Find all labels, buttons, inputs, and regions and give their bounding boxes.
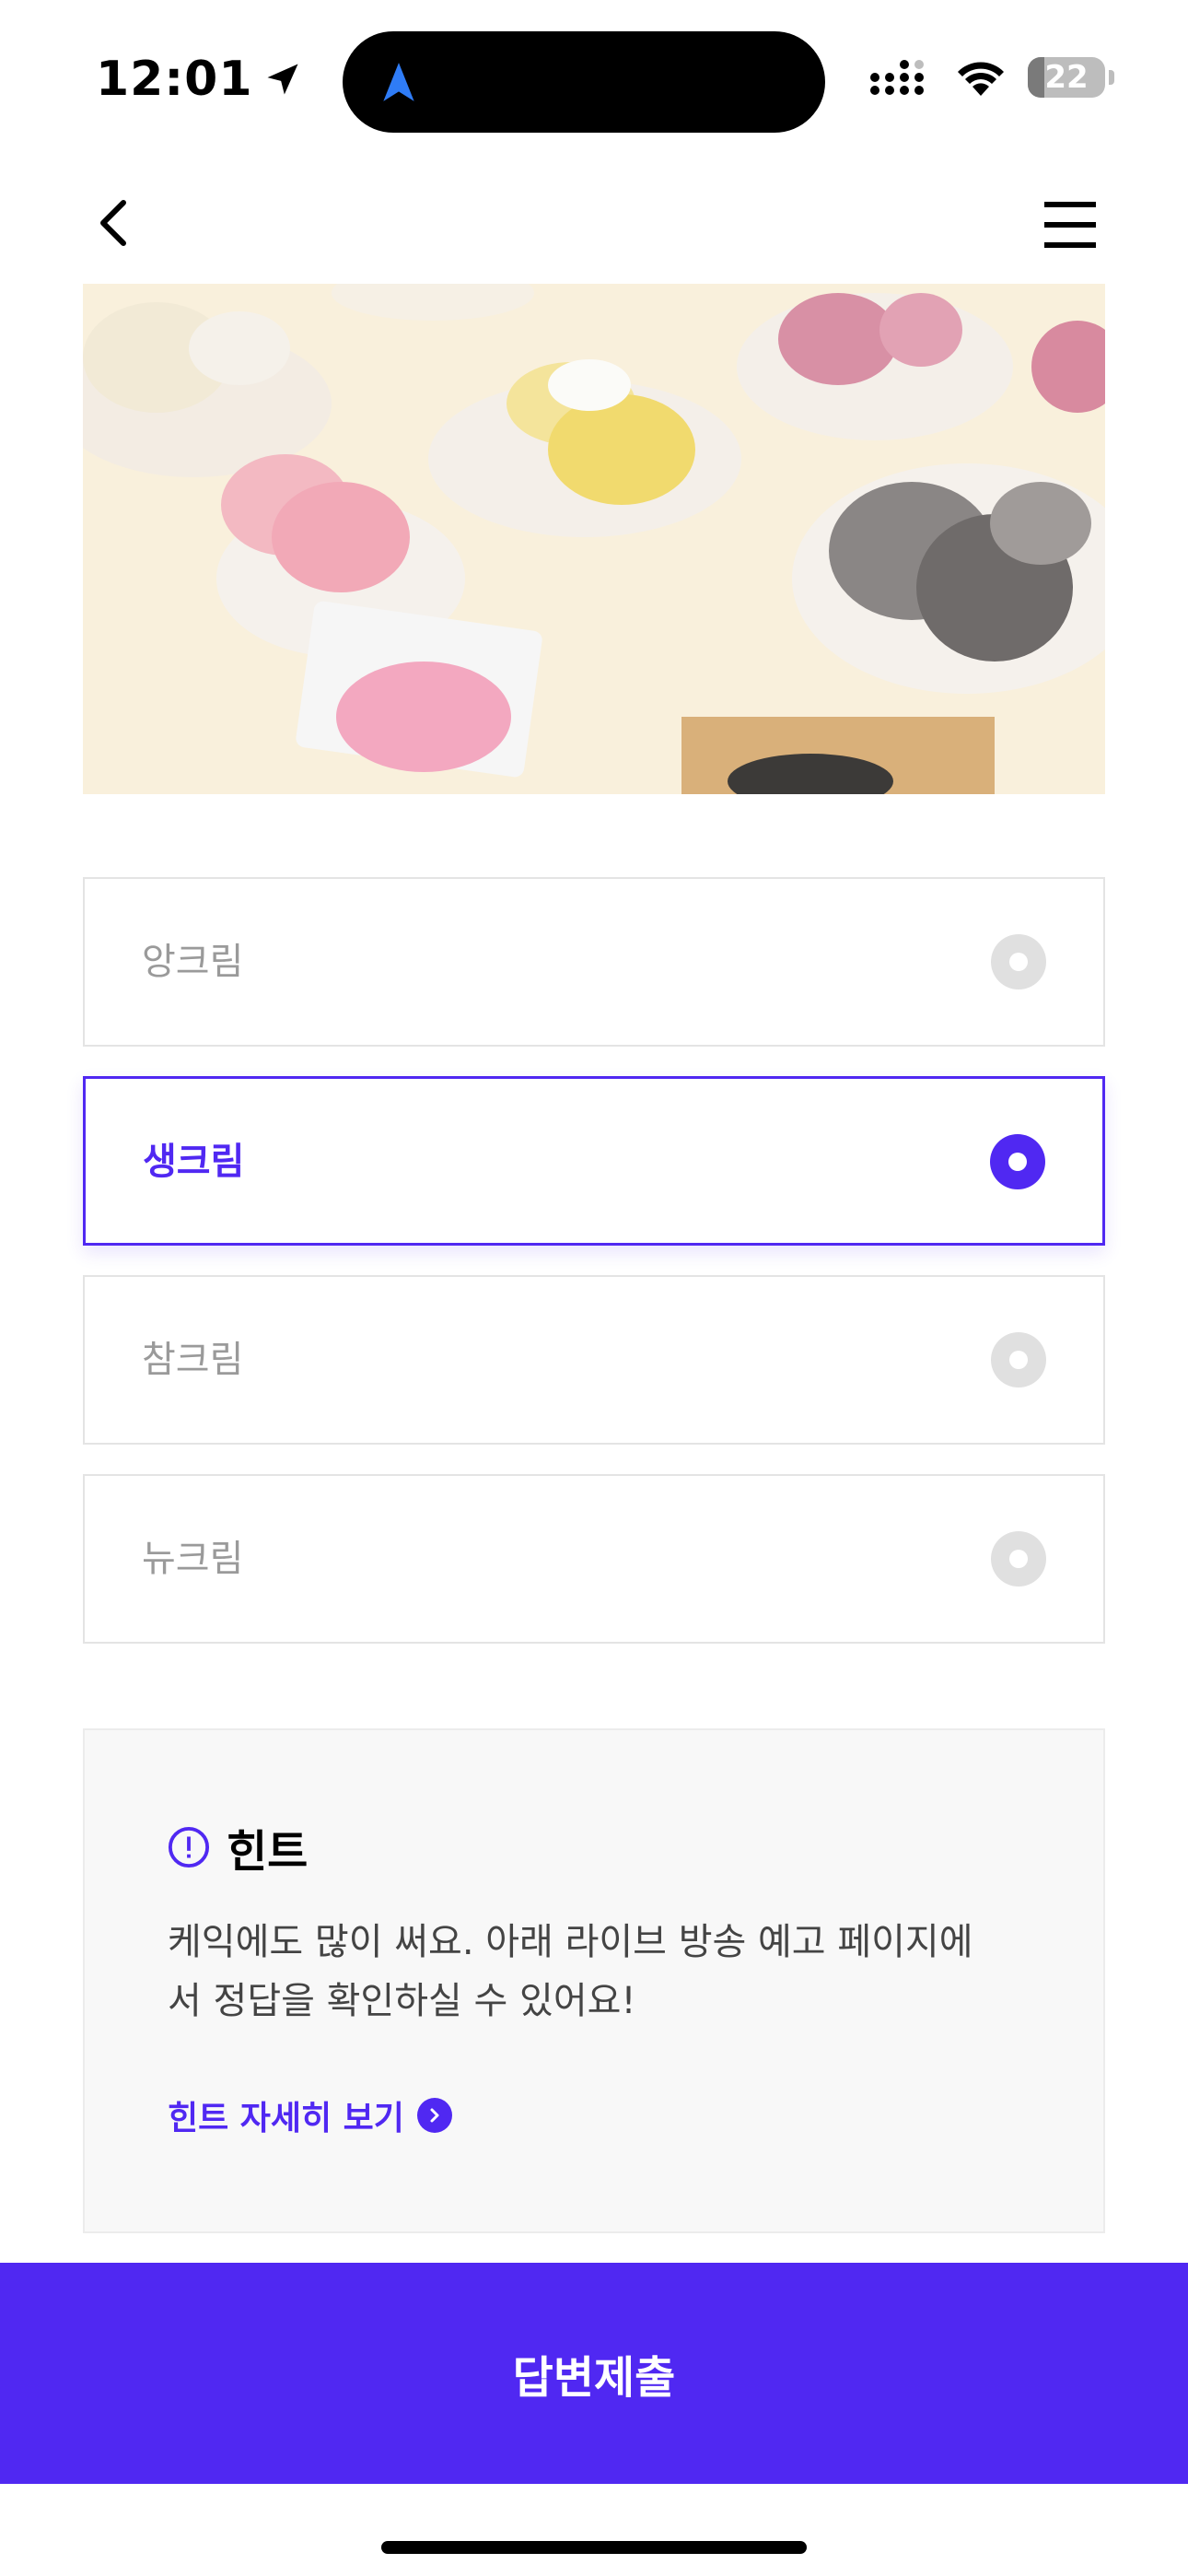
location-arrow-icon — [267, 64, 298, 95]
status-bar: 12:01 22 — [0, 0, 1188, 157]
answer-option-selected[interactable]: 생크림 — [83, 1076, 1105, 1246]
answer-option[interactable]: 앙크림 — [83, 877, 1105, 1047]
radio-icon[interactable] — [991, 934, 1046, 989]
hamburger-menu-icon[interactable] — [1041, 197, 1100, 252]
status-time: 12:01 — [96, 52, 303, 107]
radio-icon[interactable] — [991, 1332, 1046, 1388]
chevron-right-circle-icon — [416, 2098, 452, 2133]
wifi-icon — [958, 62, 1004, 96]
dynamic-island — [343, 31, 825, 133]
hint-header: 힌트 — [168, 1815, 308, 1879]
submit-answer-button[interactable]: 답변제출 — [0, 2263, 1188, 2484]
battery-icon: 22 — [1028, 57, 1114, 98]
option-label: 참크림 — [142, 1339, 244, 1381]
time-text: 12:01 — [96, 52, 253, 107]
hint-detail-link[interactable]: 힌트 자세히 보기 — [168, 2091, 452, 2139]
exclamation-circle-icon — [168, 1826, 210, 1868]
battery-level: 22 — [1044, 59, 1089, 96]
navigation-arrow-icon — [383, 63, 414, 101]
option-label: 앙크림 — [142, 941, 244, 983]
answer-option[interactable]: 뉴크림 — [83, 1474, 1105, 1644]
radio-icon[interactable] — [991, 1531, 1046, 1587]
hint-title: 힌트 — [227, 1826, 309, 1878]
status-icons: 22 — [869, 57, 1114, 98]
nav-bar — [0, 175, 1188, 276]
option-label: 뉴크림 — [142, 1538, 244, 1580]
home-indicator — [381, 2541, 807, 2554]
option-label: 생크림 — [143, 1141, 245, 1183]
answer-option[interactable]: 참크림 — [83, 1275, 1105, 1445]
hero-image — [83, 284, 1105, 794]
rice-cake-photo — [83, 284, 1105, 794]
cellular-signal-icon — [870, 60, 924, 95]
hint-link-label: 힌트 자세히 보기 — [168, 2100, 404, 2137]
hint-text: 케익에도 많이 써요. 아래 라이브 방송 예고 페이지에서 정답을 확인하실 … — [168, 1921, 973, 2022]
hint-box: 힌트 케익에도 많이 써요. 아래 라이브 방송 예고 페이지에서 정답을 확인… — [83, 1728, 1105, 2233]
radio-checked-icon[interactable] — [990, 1134, 1045, 1189]
chevron-left-icon[interactable] — [88, 195, 144, 251]
